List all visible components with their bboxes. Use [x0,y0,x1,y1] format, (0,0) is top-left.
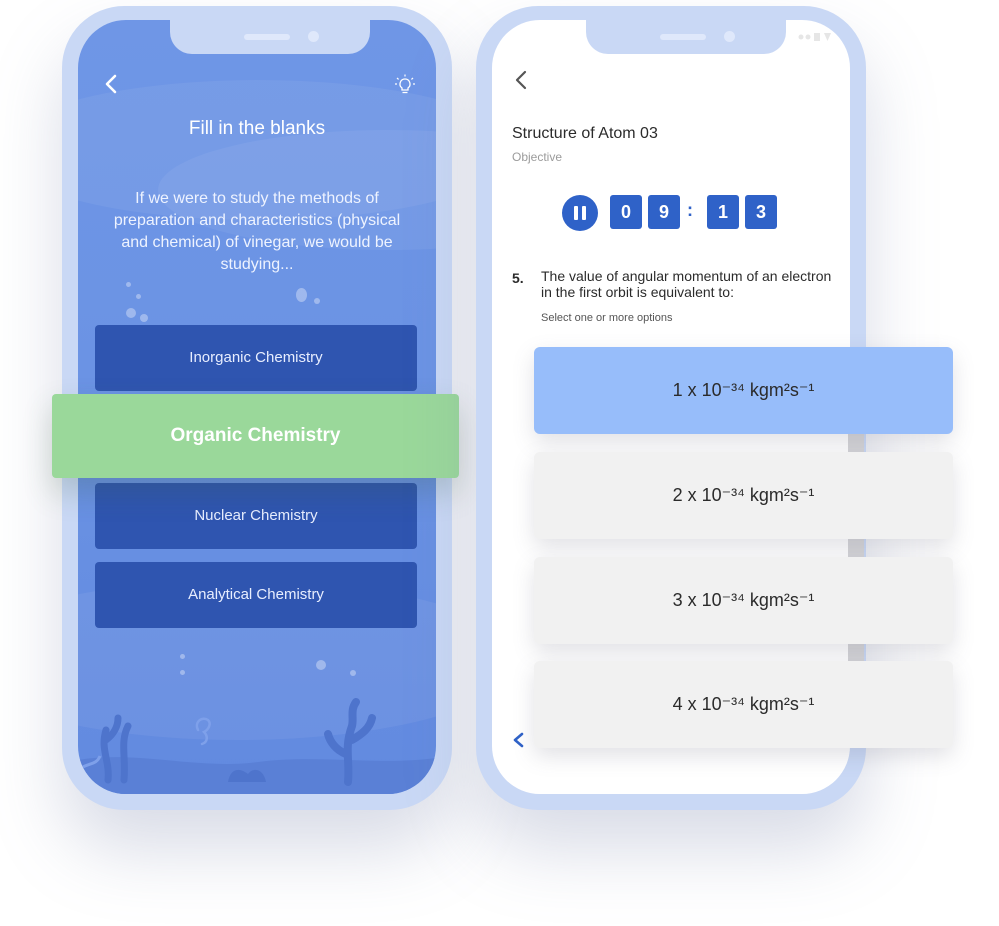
speaker-grille [660,34,706,40]
answer-option-2[interactable]: 2 x 10⁻³⁴ kgm²s⁻¹ [534,452,953,539]
front-camera [308,31,319,42]
quiz-type: Objective [512,150,563,164]
back-arrow-icon[interactable] [100,72,124,96]
bubble [316,660,326,670]
bubble [296,288,307,302]
front-camera [724,31,735,42]
option-organic-chemistry-selected[interactable]: Organic Chemistry [52,394,459,478]
bubble [140,314,148,322]
selection-hint: Select one or more options [541,312,673,324]
timer-digit-seconds-ones: 3 [745,195,777,229]
question-text: The value of angular momentum of an elec… [541,268,832,300]
timer-digit-seconds-tens: 1 [707,195,739,229]
timer-digit-minutes-ones: 9 [648,195,680,229]
phone-notch [586,20,786,54]
bubble [126,282,131,287]
answer-option-3[interactable]: 3 x 10⁻³⁴ kgm²s⁻¹ [534,557,953,644]
bubble [314,298,320,304]
seabed-illustration [78,698,436,794]
phone-notch [170,20,370,54]
status-bar-icons [798,33,831,41]
lightbulb-icon[interactable] [394,74,416,96]
page-title: Fill in the blanks [188,118,326,139]
bubble [126,308,136,318]
speaker-grille [244,34,290,40]
back-arrow-icon[interactable] [510,68,534,92]
answer-option-4[interactable]: 4 x 10⁻³⁴ kgm²s⁻¹ [534,661,953,748]
answer-option-1-selected[interactable]: 1 x 10⁻³⁴ kgm²s⁻¹ [534,347,953,434]
option-inorganic-chemistry[interactable]: Inorganic Chemistry [95,325,417,391]
question-number: 5. [512,270,524,286]
previous-arrow-icon[interactable] [512,732,526,748]
quiz-title: Structure of Atom 03 [512,125,658,142]
option-nuclear-chemistry[interactable]: Nuclear Chemistry [95,483,417,549]
timer-digit-minutes-tens: 0 [610,195,642,229]
pause-icon[interactable] [562,195,598,231]
question-text: If we were to study the methods of prepa… [113,190,401,273]
bubble [180,654,185,659]
option-analytical-chemistry[interactable]: Analytical Chemistry [95,562,417,628]
bubble [136,294,141,299]
timer-separator: : [687,200,693,220]
